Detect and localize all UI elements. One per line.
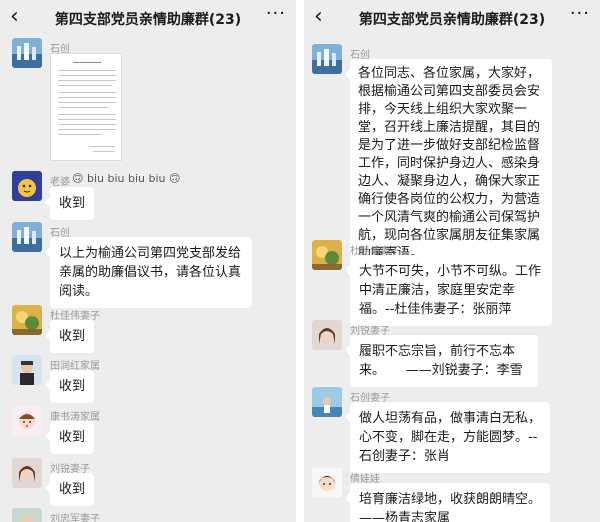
reaction-text: biu biu biu biu (86, 172, 166, 185)
panel-divider (296, 0, 304, 522)
message-bubble[interactable]: 做人坦荡有品，做事清白无私，心不变，脚在走，方能圆梦。--石创妻子：张肖 (345, 402, 550, 473)
avatar[interactable] (12, 355, 42, 385)
avatar[interactable] (312, 240, 342, 270)
sender-name: 老婆 (50, 177, 70, 188)
emoji-icon: 🙃 (165, 172, 181, 185)
message-bubble[interactable]: 收到 (44, 473, 95, 506)
message-bubble[interactable]: 大节不可失，小节不可纵。工作中清正廉洁，家庭里安定幸福。--杜佳伟妻子：张丽萍 (345, 255, 552, 326)
message-bubble[interactable]: 以上为榆通公司第四党支部发给亲属的助廉倡议书，请各位认真阅读。 (45, 237, 252, 308)
more-options-icon[interactable]: ··· (266, 3, 286, 24)
avatar[interactable] (12, 222, 42, 252)
avatar[interactable] (12, 171, 42, 201)
avatar[interactable] (12, 305, 42, 335)
top-bar: ‹ 第四支部党员亲情助廉群(23) ··· (304, 0, 600, 36)
avatar[interactable] (12, 508, 42, 522)
avatar[interactable] (12, 458, 42, 488)
message-bubble[interactable]: 培育廉洁绿地，收获朗朗晴空。——杨青志家属 (345, 483, 550, 522)
chat-title: 第四支部党员亲情助廉群(23) (54, 12, 242, 28)
chat-screen-right: ‹ 第四支部党员亲情助廉群(23) ··· 石创 各位同志、各位家属，大家好，根… (304, 0, 600, 522)
top-bar: ‹ 第四支部党员亲情助廉群(23) ··· (0, 0, 296, 36)
message-bubble[interactable]: 收到 (44, 370, 95, 403)
message-bubble[interactable]: 收到 (44, 421, 95, 454)
avatar[interactable] (312, 320, 342, 350)
emoji-reaction: 🙃 biu biu biu biu 🙃 (72, 172, 180, 185)
avatar[interactable] (312, 387, 342, 417)
chat-screen-left: ‹ 第四支部党员亲情助廉群(23) ··· 石创 老婆 🙃 biu biu bi… (0, 0, 296, 522)
emoji-icon: 🙃 (72, 172, 87, 185)
sender-name: 刘忠军妻子 (50, 514, 100, 522)
avatar[interactable] (12, 406, 42, 436)
message-bubble[interactable]: 履职不忘宗旨，前行不忘本来。 ——刘锐妻子：李雪 (345, 335, 538, 387)
message-bubble[interactable]: 收到 (44, 320, 95, 353)
avatar[interactable] (312, 44, 342, 74)
chat-title: 第四支部党员亲情助廉群(23) (358, 12, 546, 28)
more-options-icon[interactable]: ··· (570, 3, 590, 24)
document-image-message[interactable] (50, 53, 122, 161)
message-bubble[interactable]: 收到 (44, 187, 95, 220)
message-bubble[interactable]: 各位同志、各位家属，大家好，根据榆通公司第四支部委员会安排，今天线上组织大家欢聚… (345, 59, 552, 269)
avatar[interactable] (12, 38, 42, 68)
avatar[interactable] (312, 468, 342, 498)
